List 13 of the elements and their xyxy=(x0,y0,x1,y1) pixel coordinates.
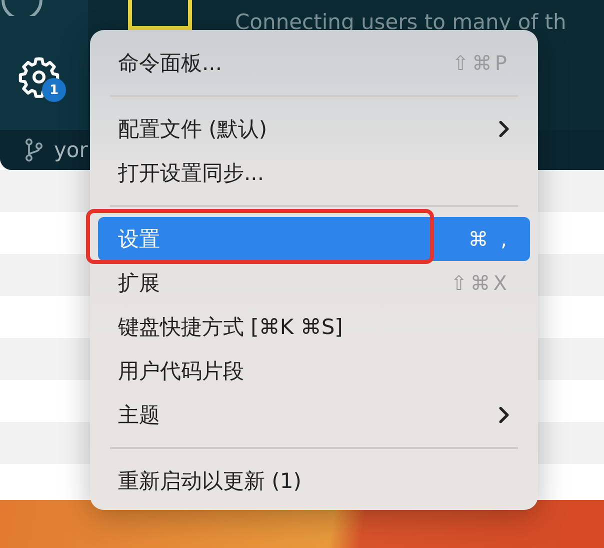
menu-item[interactable]: 配置文件 (默认) xyxy=(98,107,530,151)
menu-item[interactable]: 主题 xyxy=(98,393,530,437)
branch-label[interactable]: yor xyxy=(54,138,88,162)
menu-item[interactable]: 打开设置同步... xyxy=(98,151,530,195)
menu-item[interactable]: 用户代码片段 xyxy=(98,349,530,393)
menu-item[interactable]: 命令面板... ⇧⌘P xyxy=(98,41,530,85)
description-text: Connecting users to many of th xyxy=(235,10,566,34)
notification-badge: 1 xyxy=(42,78,66,102)
menu-item[interactable]: 设置 ⌘ , xyxy=(98,217,530,261)
menu-item[interactable]: 重新启动以更新 (1) xyxy=(98,459,530,503)
menu-item[interactable]: 扩展 ⇧⌘X xyxy=(98,261,530,305)
branch-icon[interactable] xyxy=(24,138,44,162)
menu-item[interactable]: 键盘快捷方式 [⌘K ⌘S] xyxy=(98,305,530,349)
